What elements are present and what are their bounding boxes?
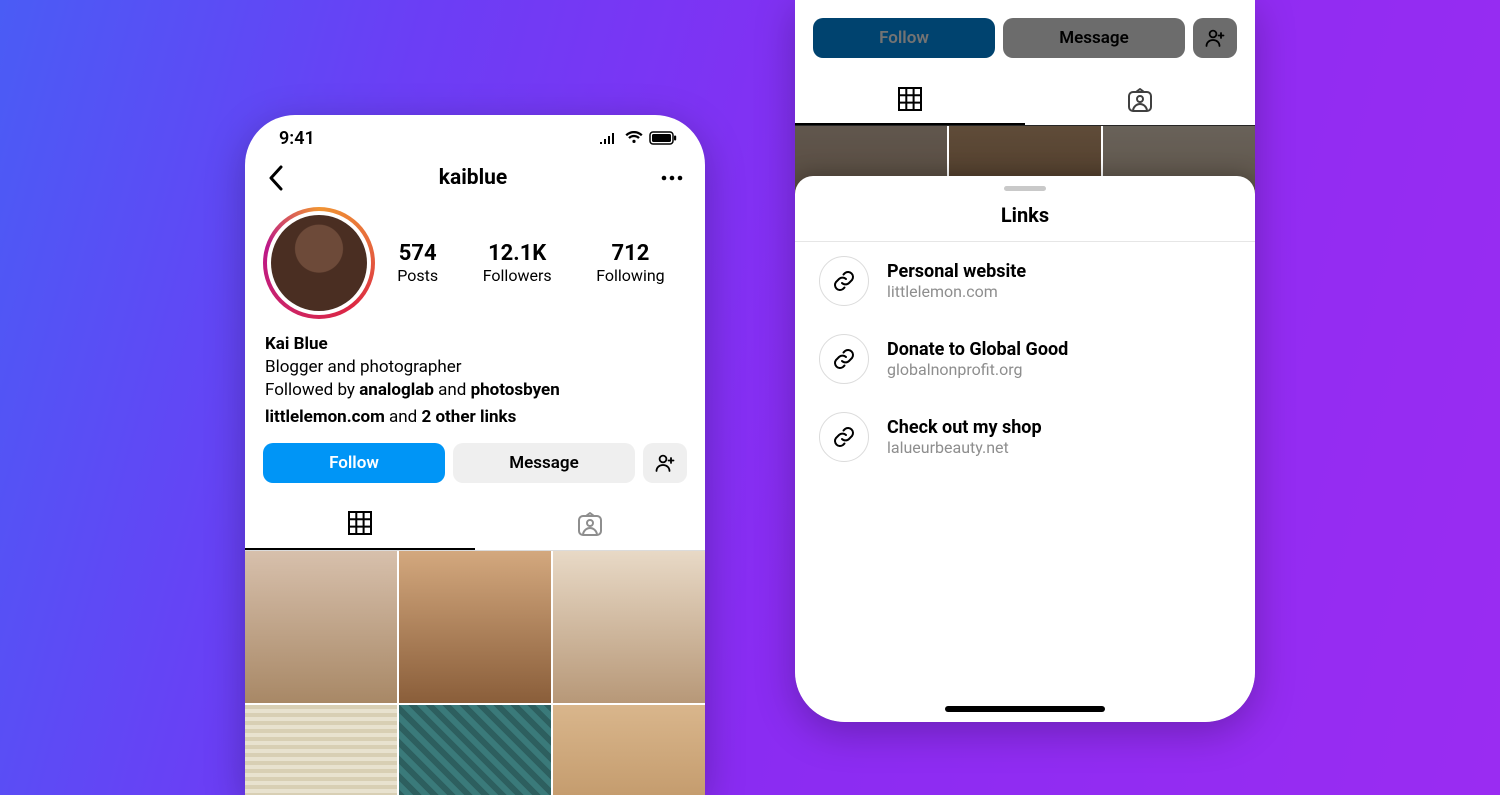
- message-button-bg: Message: [1003, 18, 1185, 58]
- photo-grid: [245, 551, 705, 795]
- links-sheet: Links Personal website littlelemon.com D…: [795, 176, 1255, 722]
- link-title: Donate to Global Good: [887, 339, 1068, 360]
- follow-button-bg: Follow: [813, 18, 995, 58]
- photo-cell[interactable]: [553, 551, 705, 703]
- profile-top: 574 Posts 12.1K Followers 712 Following: [245, 201, 705, 329]
- tagged-icon: [1126, 86, 1154, 114]
- avatar: [271, 215, 367, 311]
- link-row[interactable]: Personal website littlelemon.com: [795, 242, 1255, 320]
- stat-followers[interactable]: 12.1K Followers: [483, 241, 552, 285]
- phone-links-sheet: Follow Message Links: [795, 0, 1255, 722]
- tab-grid[interactable]: [245, 499, 475, 550]
- avatar-story-ring[interactable]: [263, 207, 375, 319]
- add-person-button[interactable]: [643, 443, 687, 483]
- photo-cell[interactable]: [399, 551, 551, 703]
- wifi-icon: [625, 131, 643, 145]
- tagged-icon: [576, 510, 604, 538]
- stat-posts[interactable]: 574 Posts: [397, 241, 438, 285]
- battery-icon: [649, 131, 677, 145]
- grid-icon: [897, 86, 923, 112]
- back-icon[interactable]: [267, 165, 285, 191]
- link-url: lalueurbeauty.net: [887, 438, 1042, 457]
- add-person-icon: [655, 454, 675, 472]
- followed-by[interactable]: Followed by analoglab and photosbyen: [265, 379, 685, 402]
- link-row[interactable]: Donate to Global Good globalnonprofit.or…: [795, 320, 1255, 398]
- display-name: Kai Blue: [265, 333, 685, 356]
- tab-tagged[interactable]: [475, 499, 705, 550]
- home-indicator[interactable]: [945, 706, 1105, 712]
- profile-actions: Follow Message: [245, 443, 705, 499]
- status-icons: [599, 131, 677, 145]
- photo-cell[interactable]: [245, 551, 397, 703]
- link-row[interactable]: Check out my shop lalueurbeauty.net: [795, 398, 1255, 476]
- link-url: littlelemon.com: [887, 282, 1026, 301]
- photo-cell[interactable]: [399, 705, 551, 795]
- profile-header: kaiblue: [245, 161, 705, 201]
- link-title: Check out my shop: [887, 417, 1042, 438]
- tab-tagged-bg: [1025, 74, 1255, 125]
- message-button[interactable]: Message: [453, 443, 635, 483]
- grid-icon: [347, 510, 373, 536]
- sheet-title: Links: [795, 203, 1255, 241]
- status-bar: 9:41: [245, 115, 705, 161]
- profile-bio: Kai Blue Blogger and photographer Follow…: [245, 329, 705, 443]
- link-title: Personal website: [887, 261, 1026, 282]
- cellular-icon: [599, 131, 619, 145]
- bio-links[interactable]: littlelemon.com and 2 other links: [265, 406, 685, 429]
- status-time: 9:41: [279, 128, 315, 149]
- link-icon: [819, 256, 869, 306]
- follow-button[interactable]: Follow: [263, 443, 445, 483]
- profile-tabs: [245, 499, 705, 551]
- add-person-icon: [1205, 29, 1225, 47]
- add-person-button-bg: [1193, 18, 1237, 58]
- link-icon: [819, 412, 869, 462]
- stat-following[interactable]: 712 Following: [596, 241, 664, 285]
- sheet-handle[interactable]: [1004, 186, 1046, 191]
- link-icon: [819, 334, 869, 384]
- photo-cell[interactable]: [553, 705, 705, 795]
- tab-grid-bg: [795, 74, 1025, 125]
- more-icon[interactable]: [661, 175, 683, 181]
- photo-cell[interactable]: [245, 705, 397, 795]
- phone-profile: 9:41 kaiblue 574 P: [245, 115, 705, 795]
- bio-line: Blogger and photographer: [265, 356, 685, 379]
- link-url: globalnonprofit.org: [887, 360, 1068, 379]
- profile-username: kaiblue: [285, 166, 661, 190]
